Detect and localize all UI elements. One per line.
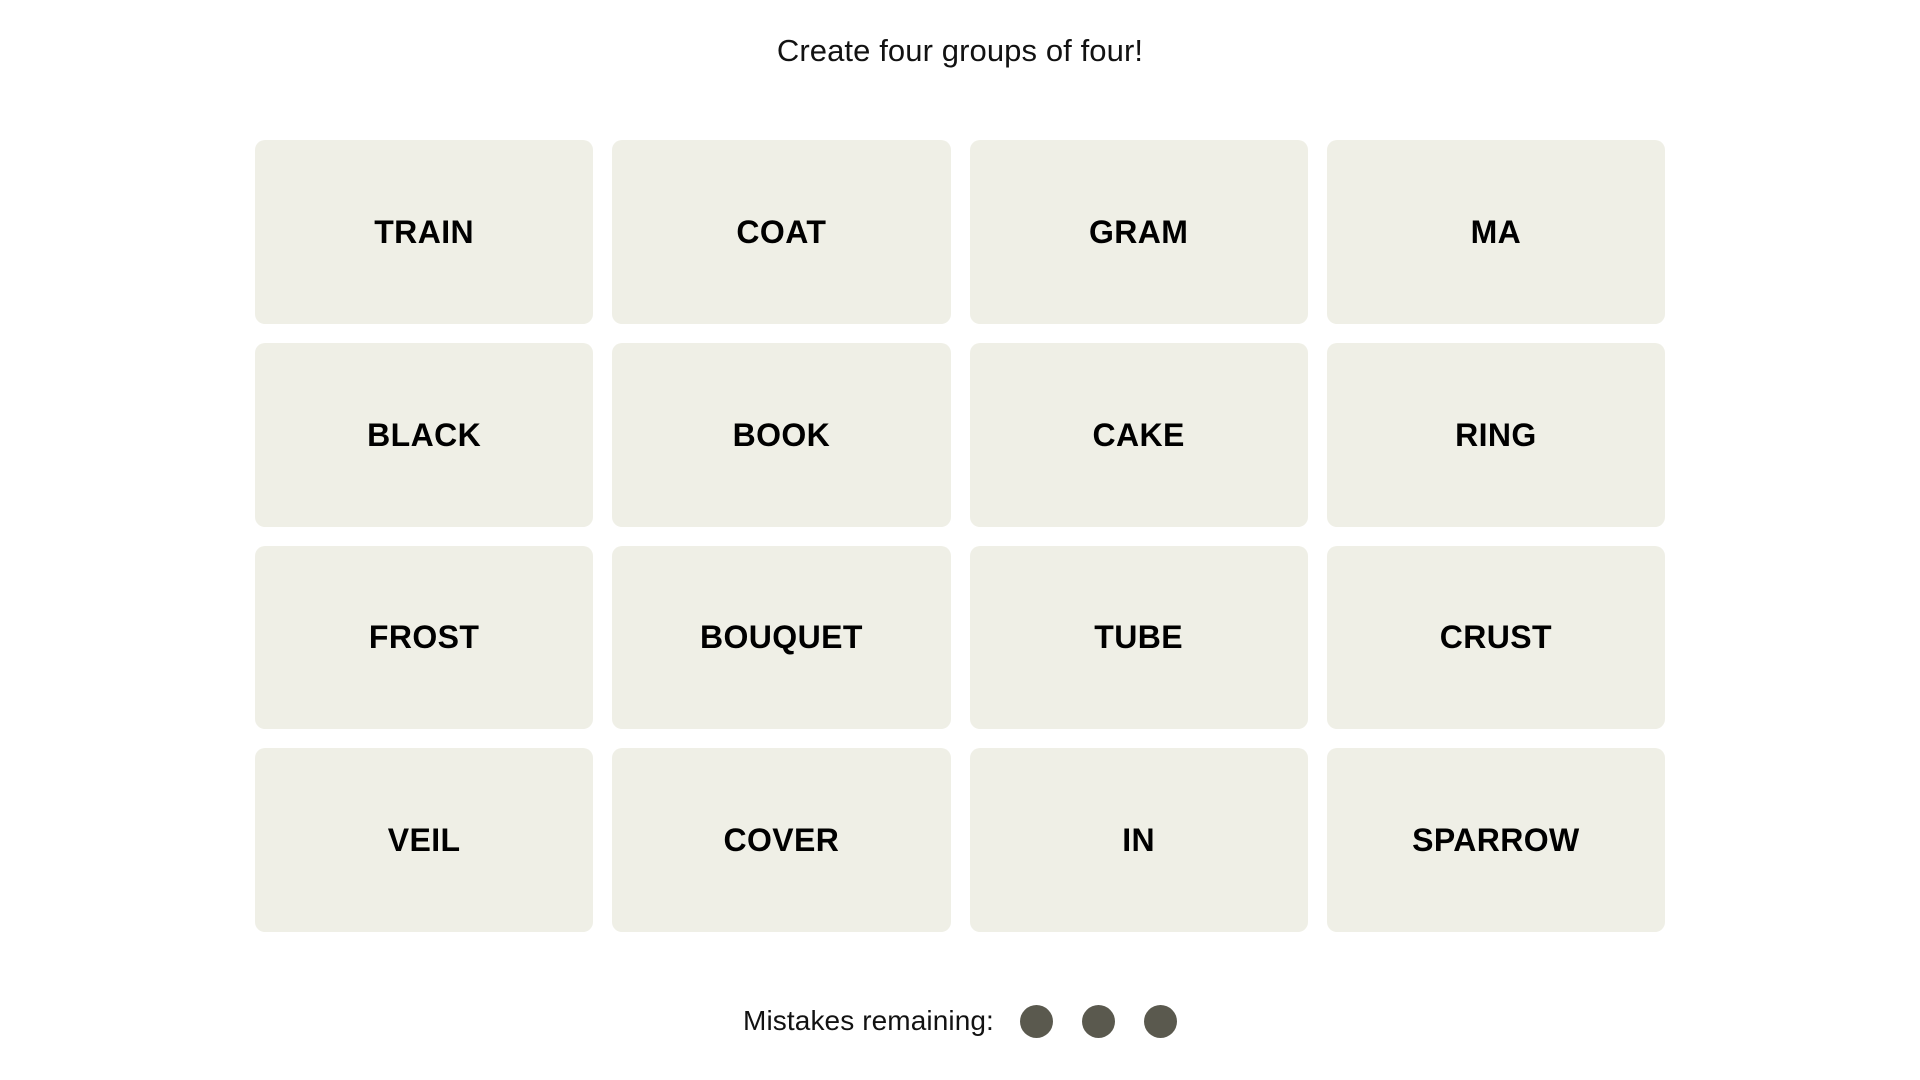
word-tile[interactable]: BOOK	[612, 342, 951, 527]
word-tile[interactable]: TUBE	[969, 545, 1308, 730]
word-tile[interactable]: COVER	[612, 748, 951, 932]
word-tile[interactable]: CRUST	[1326, 545, 1665, 730]
mistakes-remaining-bar: Mistakes remaining:	[0, 1000, 1920, 1042]
word-tile[interactable]: VEIL	[255, 748, 594, 932]
word-tile[interactable]: IN	[969, 748, 1308, 932]
word-tile-label: VEIL	[387, 822, 461, 859]
mistakes-remaining-label: Mistakes remaining:	[743, 1005, 994, 1036]
word-tile[interactable]: FROST	[255, 545, 594, 730]
word-tile-label: BOUQUET	[699, 619, 863, 656]
word-tile-label: TUBE	[1094, 619, 1183, 656]
word-tile-label: MA	[1470, 213, 1522, 250]
word-tile-label: BOOK	[732, 416, 831, 453]
word-tile[interactable]: COAT	[612, 140, 951, 324]
mistakes-dot-group	[1019, 1004, 1177, 1038]
puzzle-page: Create four groups of four! TRAIN COAT G…	[0, 0, 1920, 1080]
word-tile[interactable]: SPARROW	[1326, 748, 1665, 932]
word-tile-label: COAT	[736, 213, 827, 250]
word-tile-label: TRAIN	[374, 213, 474, 250]
word-tile[interactable]: MA	[1326, 140, 1665, 324]
word-tile-label: SPARROW	[1412, 822, 1580, 859]
mistake-dot-icon	[1143, 1004, 1177, 1038]
word-tile-label: CRUST	[1439, 619, 1552, 656]
mistake-dot-icon	[1081, 1004, 1115, 1038]
word-tile-label: COVER	[723, 822, 840, 859]
mistake-dot-icon	[1019, 1004, 1053, 1038]
word-tile[interactable]: BLACK	[255, 342, 594, 527]
word-tile-label: BLACK	[367, 416, 482, 453]
word-tile[interactable]: RING	[1326, 342, 1665, 527]
word-tile[interactable]: GRAM	[969, 140, 1308, 324]
word-tile-label: GRAM	[1088, 213, 1189, 250]
page-title: Create four groups of four!	[776, 33, 1144, 68]
word-tile[interactable]: CAKE	[969, 342, 1308, 527]
word-tile-label: RING	[1455, 416, 1537, 453]
word-tile[interactable]: BOUQUET	[612, 545, 951, 730]
word-tile-grid: TRAIN COAT GRAM MA BLACK BOOK CAKE RING …	[255, 140, 1665, 932]
word-tile-label: CAKE	[1092, 416, 1185, 453]
word-tile-label: IN	[1122, 822, 1156, 859]
word-tile[interactable]: TRAIN	[255, 140, 594, 324]
word-tile-label: FROST	[368, 619, 480, 656]
